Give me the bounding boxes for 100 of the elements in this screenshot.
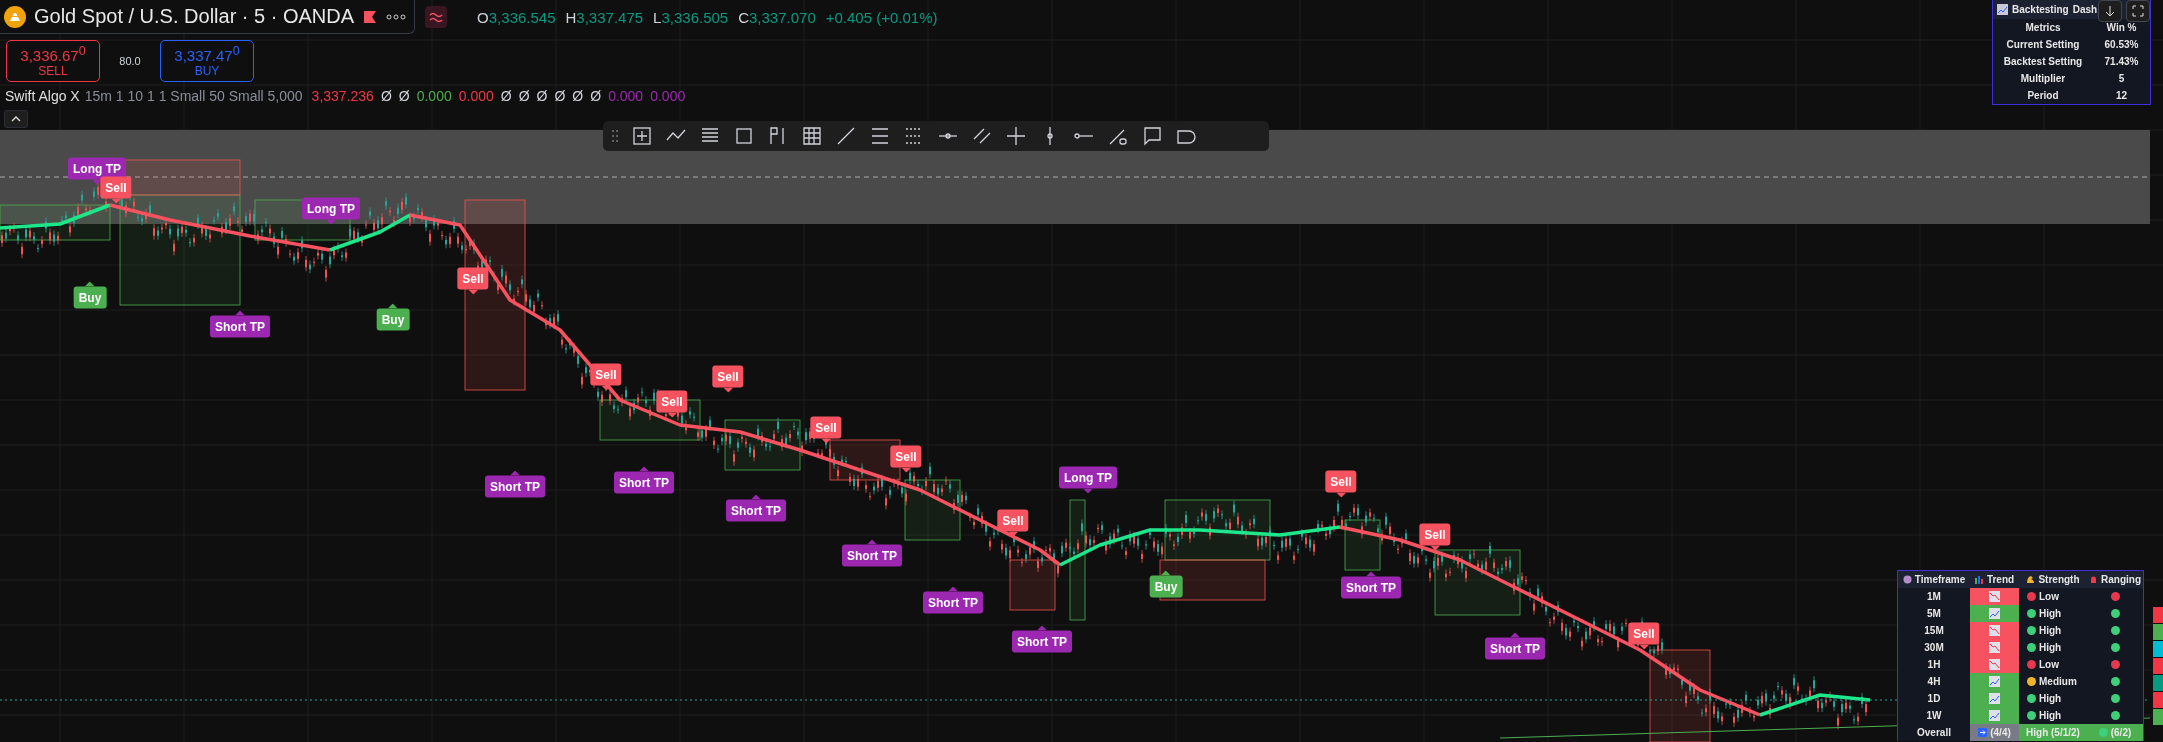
indicator-value: Ø <box>518 88 530 104</box>
table-cell-text: Overall <box>1916 726 1952 740</box>
signal-label: Short TP <box>726 499 786 522</box>
pointer-icon <box>468 289 478 295</box>
signal-label: Sell <box>1419 523 1451 546</box>
chart-down-icon <box>1989 591 2000 602</box>
sell-button[interactable]: 3,336.67$^{0}$ SELL <box>6 40 100 82</box>
table-cell-text: Backtest Setting <box>2002 56 2084 67</box>
grid-icon[interactable] <box>801 125 823 147</box>
signal-label: Sell <box>890 445 922 468</box>
pointer-icon <box>1366 571 1376 577</box>
indicator-value: Ø <box>572 88 584 104</box>
strength-text: High <box>2039 642 2062 653</box>
pointer-icon <box>1083 488 1093 494</box>
indicator-value: Ø <box>590 88 602 104</box>
strength-text: High <box>2039 693 2062 704</box>
pointer-icon <box>821 438 831 444</box>
table-cell-text: 12 <box>2114 90 2129 101</box>
flag-icon[interactable] <box>362 8 379 25</box>
price-tag <box>2153 641 2163 657</box>
signal-label: Sell <box>457 267 489 290</box>
signal-label: Sell <box>997 509 1029 532</box>
signal-label: Short TP <box>485 475 545 498</box>
spread-value: 80.0 <box>118 55 142 67</box>
coin-icon <box>4 5 26 28</box>
pointer-icon <box>1336 492 1346 498</box>
table-cell-text: Multiplier <box>2019 73 2067 84</box>
pointer-icon <box>85 281 95 287</box>
pointer-icon <box>751 494 761 500</box>
table-header: Trend <box>1970 571 2019 588</box>
signal-label: Sell <box>1325 470 1357 493</box>
indicator-value: Ø <box>536 88 548 104</box>
ohlc-value: H3,337.475 <box>565 8 644 26</box>
signal-label: Sell <box>712 365 744 388</box>
pointer-icon <box>111 198 121 204</box>
arrow-down-icon <box>2105 5 2115 17</box>
strength-text: Medium <box>2039 676 2077 687</box>
pointer-icon <box>1510 632 1520 638</box>
square-icon[interactable] <box>733 125 755 147</box>
arrow-right-icon <box>1978 728 1988 737</box>
signal-label: Buy <box>376 308 410 331</box>
signal-label: Short TP <box>210 315 270 338</box>
price-tag <box>2153 658 2163 674</box>
pointer-icon <box>867 539 877 545</box>
strength-text: High <box>2039 625 2062 636</box>
pointer-icon <box>1037 625 1047 631</box>
chart-down-icon <box>1989 625 2000 636</box>
table-cell-text: 1D <box>1926 692 1942 706</box>
pointer-icon <box>948 586 958 592</box>
signal-label: Buy <box>73 286 107 309</box>
grip-icon[interactable] <box>611 129 619 143</box>
indicator-value: 3,337.236 <box>311 88 374 104</box>
pointer-icon <box>1008 531 1018 537</box>
table-cell-text: Period <box>2026 90 2060 101</box>
indicator-name: Swift Algo X <box>5 88 80 104</box>
wave-icon[interactable] <box>425 6 448 28</box>
pointer-icon <box>723 387 733 393</box>
signal-label: Long TP <box>68 157 126 180</box>
pointer-icon <box>388 303 398 309</box>
chart-down-icon <box>1989 642 2000 653</box>
flexed-arm-icon <box>2026 575 2036 584</box>
chart-up-icon <box>1989 693 2000 704</box>
price-tag <box>2153 607 2163 623</box>
table-cell-text: 1W <box>1925 709 1943 723</box>
indicator-value: Ø <box>554 88 566 104</box>
indicator-value: Ø <box>500 88 512 104</box>
crosshair-frame-icon[interactable] <box>631 125 653 147</box>
pointer-icon <box>1430 545 1440 551</box>
chart-up-icon <box>1989 710 2000 721</box>
collapse-button[interactable] <box>4 110 28 128</box>
ohlc-value: L3,336.505 <box>653 8 729 26</box>
pointer-icon <box>601 385 611 391</box>
table-header: Ranging <box>2087 571 2143 588</box>
table-cell-text: 5 <box>2117 73 2126 84</box>
fullscreen-button[interactable] <box>2126 0 2150 22</box>
indicator-params: 15m 1 10 1 1 Small 50 Small 5,000 <box>84 88 303 104</box>
pointer-icon <box>667 412 677 418</box>
indicator-value: 0.000 <box>650 88 686 104</box>
pointer-icon <box>639 466 649 472</box>
clock-icon <box>1902 575 1912 584</box>
line-icon[interactable] <box>835 125 857 147</box>
signal-label: Sell <box>810 416 842 439</box>
price-tag <box>2153 692 2163 708</box>
speech-bubble-icon[interactable] <box>1141 125 1163 147</box>
buy-button[interactable]: 3,337.47$^{0}$ BUY <box>160 40 254 82</box>
siren-icon <box>2089 575 2098 584</box>
signal-label: Short TP <box>1485 637 1545 660</box>
cross-icon[interactable] <box>1005 125 1027 147</box>
signal-label: Short TP <box>1341 576 1401 599</box>
signal-label: Short TP <box>614 471 674 494</box>
ohlc-value: O3,336.545 <box>477 8 556 26</box>
price-tag <box>2153 709 2163 725</box>
download-button[interactable] <box>2098 0 2122 22</box>
pointer-icon <box>235 310 245 316</box>
table-cell-text: 15M <box>1923 624 1945 638</box>
table-header: Timeframe <box>1898 571 1970 588</box>
more-icon[interactable] <box>386 12 407 21</box>
indicator-value: 0.000 <box>608 88 644 104</box>
price-tag <box>2153 624 2163 640</box>
trend-summary-cell: (4/4) <box>1970 724 2019 741</box>
